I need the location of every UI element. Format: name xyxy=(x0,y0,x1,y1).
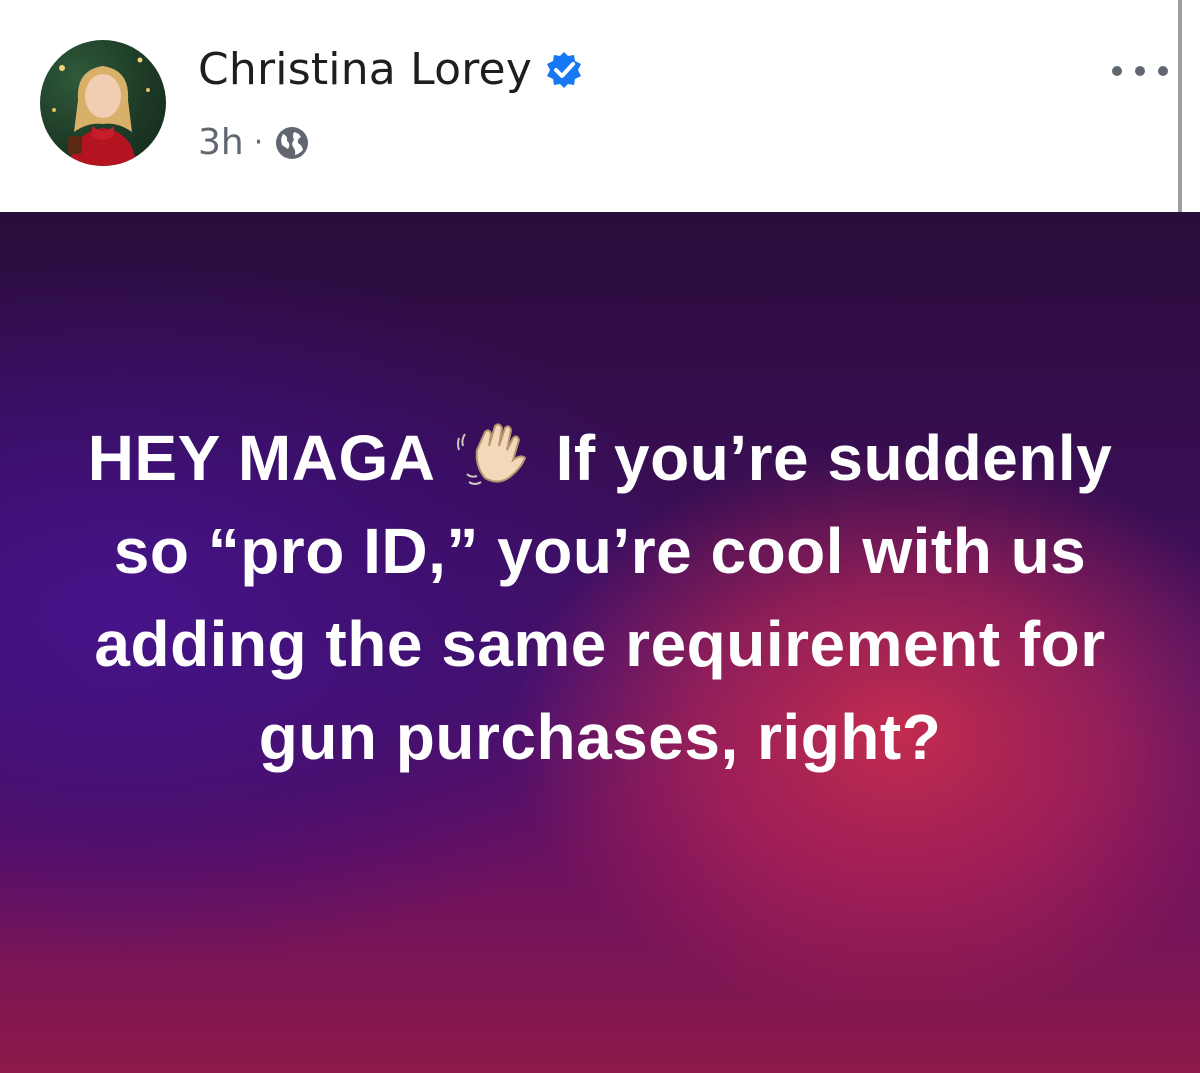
post-background: HEY MAGA If you’re suddenly so “pro ID,”… xyxy=(0,212,1200,1073)
meta-separator: · xyxy=(253,125,264,160)
more-options-icon[interactable] xyxy=(1112,56,1168,86)
facebook-post: Christina Lorey 3h · HEY MAGA If you’re … xyxy=(0,0,1200,1073)
globe-icon[interactable] xyxy=(273,124,311,162)
post-meta: 3h · xyxy=(198,122,311,163)
verified-badge-icon xyxy=(544,50,584,90)
post-header: Christina Lorey 3h · xyxy=(0,0,1200,212)
waving-hand-icon xyxy=(455,420,533,490)
post-text: HEY MAGA If you’re suddenly so “pro ID,”… xyxy=(80,412,1120,784)
author-row: Christina Lorey xyxy=(198,44,584,95)
avatar[interactable] xyxy=(40,40,166,166)
post-text-before-emoji: HEY MAGA xyxy=(87,422,434,494)
author-name[interactable]: Christina Lorey xyxy=(198,44,532,95)
post-timestamp[interactable]: 3h xyxy=(198,122,244,163)
profile-photo-icon xyxy=(52,57,150,166)
